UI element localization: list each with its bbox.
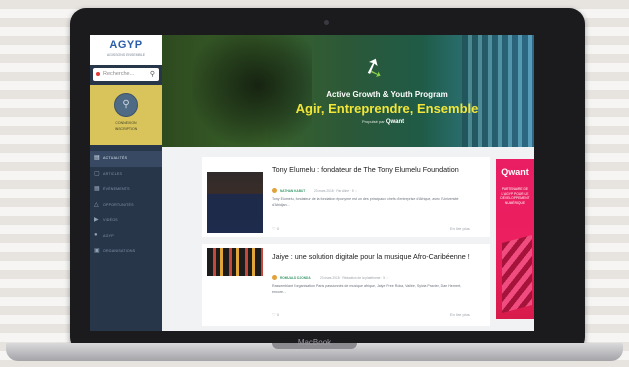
sidebar-item-evenements[interactable]: ▦ ÉVÉNEMENTS (90, 182, 162, 198)
site-logo-tagline: AGISSONS ENSEMBLE (106, 53, 146, 57)
ad-graphic (502, 234, 532, 314)
search-box[interactable]: Recherche... ⚲ (93, 68, 159, 81)
sidebar-item-label: ÉVÉNEMENTS (103, 187, 130, 191)
sidebar-item-agyp[interactable]: ● AGYP (90, 229, 162, 245)
sidebar-item-articles[interactable]: ▢ ARTICLES (90, 167, 162, 183)
news-icon: ▤ (94, 155, 100, 161)
sidebar-nav: ▤ ACTUALITÉS ▢ ARTICLES ▦ ÉVÉNEMENTS △ O… (90, 151, 162, 260)
grid-icon: ▣ (94, 248, 100, 254)
read-more-link[interactable]: En lire plus (450, 312, 470, 317)
doc-icon: ▢ (94, 170, 100, 177)
article-title[interactable]: Tony Elumelu : fondateur de The Tony Elu… (272, 165, 472, 174)
article-author[interactable]: ROMUALD DJONDA (280, 276, 311, 280)
article-excerpt: Tony Elumelu, fondateur de la fondation … (272, 197, 459, 207)
sidebar-item-label: VIDÉOS (103, 218, 118, 222)
register-link[interactable]: INSCRIPTION (90, 127, 162, 131)
sidebar-item-label: AGYP (103, 233, 114, 238)
article-likes[interactable]: ♡ 0 (272, 312, 279, 317)
article-excerpt: Rassemblant l'organisation Paris passion… (272, 284, 462, 294)
device-brand: MacBook (297, 338, 332, 347)
qwant-ad-banner[interactable]: Qwant PARTENAIRE DE L'AGYP POUR LE DÉVEL… (496, 159, 534, 319)
sidebar-item-opportunites[interactable]: △ OPPORTUNITÉS (90, 198, 162, 214)
calendar-icon: ▦ (94, 186, 100, 192)
sidebar-item-label: OPPORTUNITÉS (103, 202, 134, 207)
profile-panel: ⚲ CONNEXION INSCRIPTION (90, 85, 162, 145)
login-link[interactable]: CONNEXION (90, 121, 162, 125)
main-content: Tony Elumelu : fondateur de The Tony Elu… (162, 147, 534, 331)
user-avatar-icon[interactable]: ⚲ (114, 93, 138, 117)
site-logo[interactable]: AGYP (90, 39, 162, 51)
article-thumbnail[interactable] (207, 248, 263, 276)
sidebar-item-actualites[interactable]: ▤ ACTUALITÉS (90, 151, 162, 167)
article-likes[interactable]: ♡ 0 (272, 226, 279, 231)
article-card[interactable]: Jaiye : une solution digitale pour la mu… (202, 244, 490, 326)
article-date: 23 mars 2018 · Rédaction de la plateform… (320, 276, 389, 280)
search-input[interactable]: Recherche... (103, 71, 134, 77)
sidebar-item-videos[interactable]: ▶ VIDÉOS (90, 213, 162, 229)
hero-credit-brand[interactable]: Qwant (386, 119, 404, 125)
article-thumbnail[interactable] (207, 161, 263, 233)
hero-subtitle: Active Growth & Youth Program (326, 90, 448, 99)
hero-credit-prefix: Propulsé par (362, 119, 385, 124)
sidebar-item-label: ORGANISATIONS (103, 249, 136, 253)
webcam-icon (324, 20, 329, 25)
hero-credit: Propulsé par Qwant (362, 119, 404, 125)
ad-text: PARTENAIRE DE L'AGYP POUR LE DÉVELOPPEME… (500, 187, 530, 205)
sidebar-item-organisations[interactable]: ▣ ORGANISATIONS (90, 244, 162, 260)
sidebar: AGYP AGISSONS ENSEMBLE Recherche... ⚲ ⚲ … (90, 35, 162, 331)
article-title[interactable]: Jaiye : une solution digitale pour la mu… (272, 252, 472, 261)
read-more-link[interactable]: En lire plus (450, 226, 470, 231)
search-icon[interactable]: ⚲ (150, 70, 155, 78)
alert-icon: △ (94, 201, 99, 208)
logo-box[interactable]: AGYP AGISSONS ENSEMBLE (90, 35, 162, 65)
sidebar-item-label: ACTUALITÉS (103, 156, 128, 160)
article-card[interactable]: Tony Elumelu : fondateur de The Tony Elu… (202, 157, 490, 237)
info-icon: ● (94, 231, 98, 238)
screen: AGYP AGISSONS ENSEMBLE Recherche... ⚲ ⚲ … (90, 35, 534, 331)
hero-title: Agir, Entreprendre, Ensemble (295, 101, 479, 116)
author-avatar-icon (272, 188, 277, 193)
author-avatar-icon (272, 275, 277, 280)
search-dot-icon (96, 72, 100, 76)
ad-brand[interactable]: Qwant (496, 167, 534, 177)
article-date: 23 mars 2018 · Par Aline · 5 ♡ (314, 189, 358, 193)
article-author[interactable]: NATHAN KABUT (280, 189, 305, 193)
hero-banner: ➚ ➘ Active Growth & Youth Program Agir, … (162, 35, 534, 147)
video-icon: ▶ (94, 217, 99, 223)
sidebar-item-label: ARTICLES (103, 171, 123, 176)
